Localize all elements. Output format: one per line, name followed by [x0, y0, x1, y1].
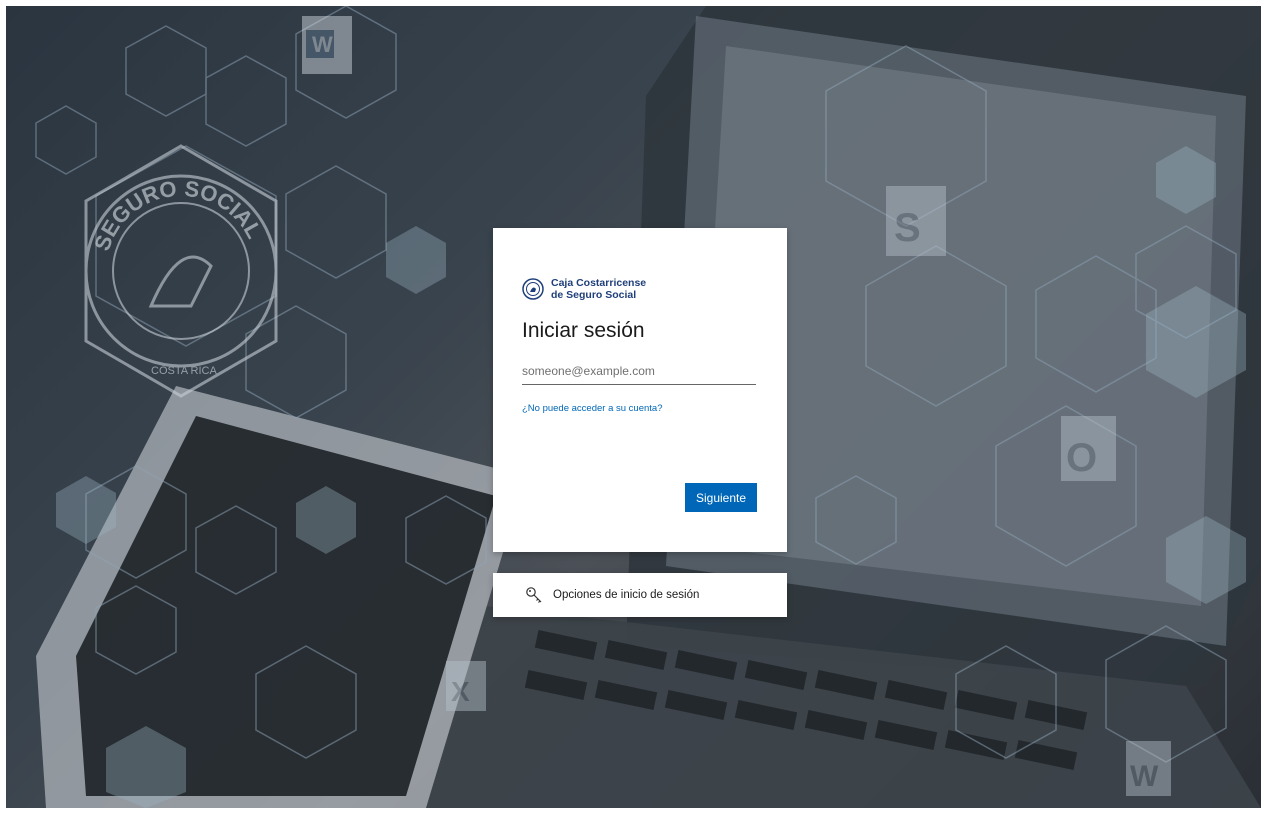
- email-field-wrapper: [522, 360, 756, 385]
- email-field[interactable]: [522, 360, 756, 384]
- seguro-social-seal: SEGURO SOCIAL COSTA RICA: [84, 144, 278, 398]
- cant-access-account-link[interactable]: ¿No puede acceder a su cuenta?: [522, 403, 662, 414]
- page-title: Iniciar sesión: [522, 319, 645, 342]
- svg-text:S: S: [894, 206, 921, 250]
- next-button[interactable]: Siguiente: [685, 483, 757, 512]
- svg-text:SEGURO SOCIAL: SEGURO SOCIAL: [89, 176, 267, 254]
- ccss-seal-icon: [522, 278, 544, 300]
- signin-options-button[interactable]: Opciones de inicio de sesión: [493, 573, 787, 617]
- signin-options-label: Opciones de inicio de sesión: [553, 589, 700, 601]
- svg-text:X: X: [451, 676, 470, 707]
- svg-text:W: W: [312, 32, 333, 57]
- signin-card: Caja Costarricense de Seguro Social Inic…: [493, 228, 787, 552]
- seal-bottom-text: COSTA RICA: [151, 365, 217, 377]
- key-icon: [526, 587, 542, 603]
- svg-text:W: W: [1130, 760, 1159, 793]
- svg-text:O: O: [1066, 436, 1097, 480]
- login-page: W S O W X SEGURO SOCIAL COSTA RICA Caja …: [0, 0, 1264, 814]
- org-name-line2: de Seguro Social: [551, 289, 637, 301]
- org-name: Caja Costarricense de Seguro Social: [551, 277, 646, 301]
- org-logo: Caja Costarricense de Seguro Social: [522, 272, 758, 306]
- org-name-line1: Caja Costarricense: [551, 277, 647, 289]
- seal-top-text: SEGURO SOCIAL: [89, 176, 267, 254]
